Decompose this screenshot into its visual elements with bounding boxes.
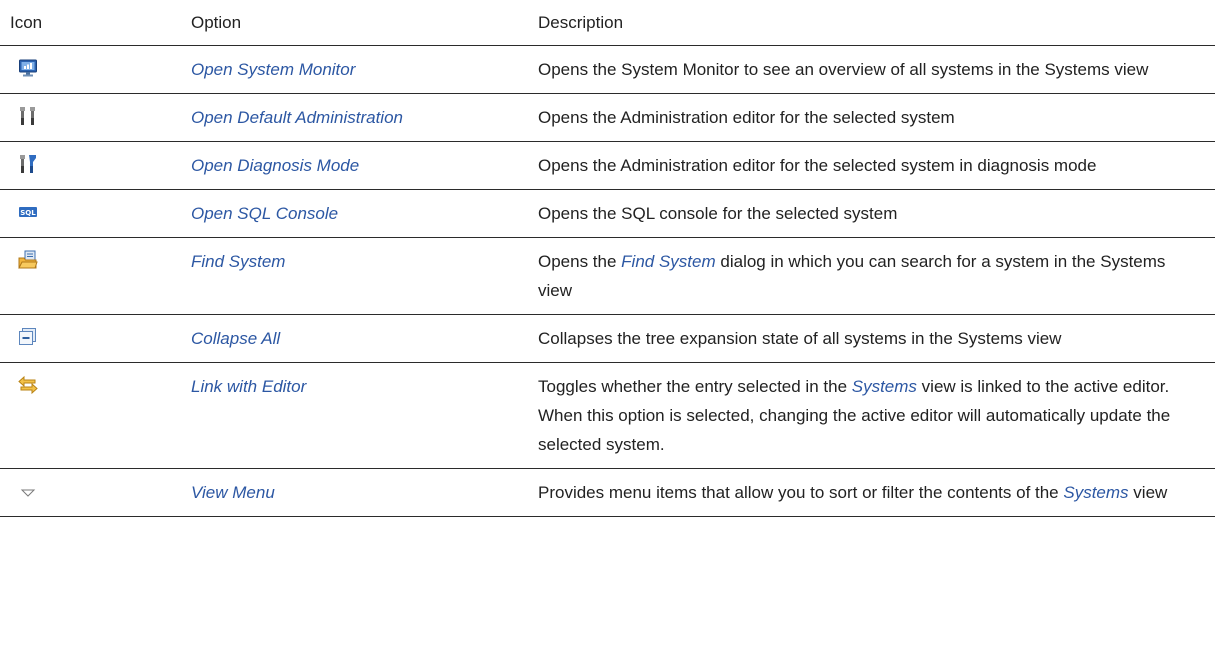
column-header-icon: Icon [0, 0, 181, 46]
svg-text:SQL: SQL [20, 209, 36, 217]
option-view-menu[interactable]: View Menu [191, 483, 275, 502]
description-text: Opens the [538, 252, 622, 271]
description-text: Opens the System Monitor to see an overv… [538, 60, 1149, 79]
description-text: Opens the Administration editor for the … [538, 156, 1097, 175]
option-open-sql-console[interactable]: Open SQL Console [191, 204, 338, 223]
option-open-system-monitor[interactable]: Open System Monitor [191, 60, 355, 79]
option-open-default-administration[interactable]: Open Default Administration [191, 108, 403, 127]
table-row: Open System Monitor Opens the System Mon… [0, 45, 1215, 94]
diagnosis-mode-icon[interactable] [18, 154, 38, 174]
find-system-link[interactable]: Find System [621, 252, 715, 271]
table-row: Open Default Administration Opens the Ad… [0, 93, 1215, 142]
option-collapse-all[interactable]: Collapse All [191, 329, 280, 348]
sql-console-icon[interactable]: SQL [18, 202, 38, 222]
description-text: Toggles whether the entry selected in th… [538, 377, 852, 396]
column-header-description: Description [526, 0, 1215, 46]
view-menu-icon[interactable] [18, 481, 38, 501]
table-header-row: Icon Option Description [0, 0, 1215, 46]
table-row: Find System Opens the Find System dialog… [0, 237, 1215, 315]
option-open-diagnosis-mode[interactable]: Open Diagnosis Mode [191, 156, 359, 175]
description-text: Collapses the tree expansion state of al… [538, 329, 1062, 348]
description-text: Provides menu items that allow you to so… [538, 483, 1064, 502]
find-system-icon[interactable] [18, 250, 38, 270]
systems-link[interactable]: Systems [852, 377, 917, 396]
table-row: SQL Open SQL Console Opens the SQL conso… [0, 189, 1215, 238]
option-link-with-editor[interactable]: Link with Editor [191, 377, 306, 396]
systems-link[interactable]: Systems [1063, 483, 1128, 502]
table-row: Link with Editor Toggles whether the ent… [0, 362, 1215, 469]
default-administration-icon[interactable] [18, 106, 38, 126]
description-text: Opens the SQL console for the selected s… [538, 204, 898, 223]
description-text: Opens the Administration editor for the … [538, 108, 955, 127]
table-row: Open Diagnosis Mode Opens the Administra… [0, 141, 1215, 190]
options-table: Icon Option Description Open System Moni… [0, 0, 1215, 517]
table-row: Collapse All Collapses the tree expansio… [0, 314, 1215, 363]
link-with-editor-icon[interactable] [18, 375, 38, 395]
collapse-all-icon[interactable] [18, 327, 38, 347]
table-row: View Menu Provides menu items that allow… [0, 468, 1215, 517]
column-header-option: Option [181, 0, 526, 46]
description-text: view [1128, 483, 1168, 502]
system-monitor-icon[interactable] [18, 58, 38, 78]
option-find-system[interactable]: Find System [191, 252, 285, 271]
